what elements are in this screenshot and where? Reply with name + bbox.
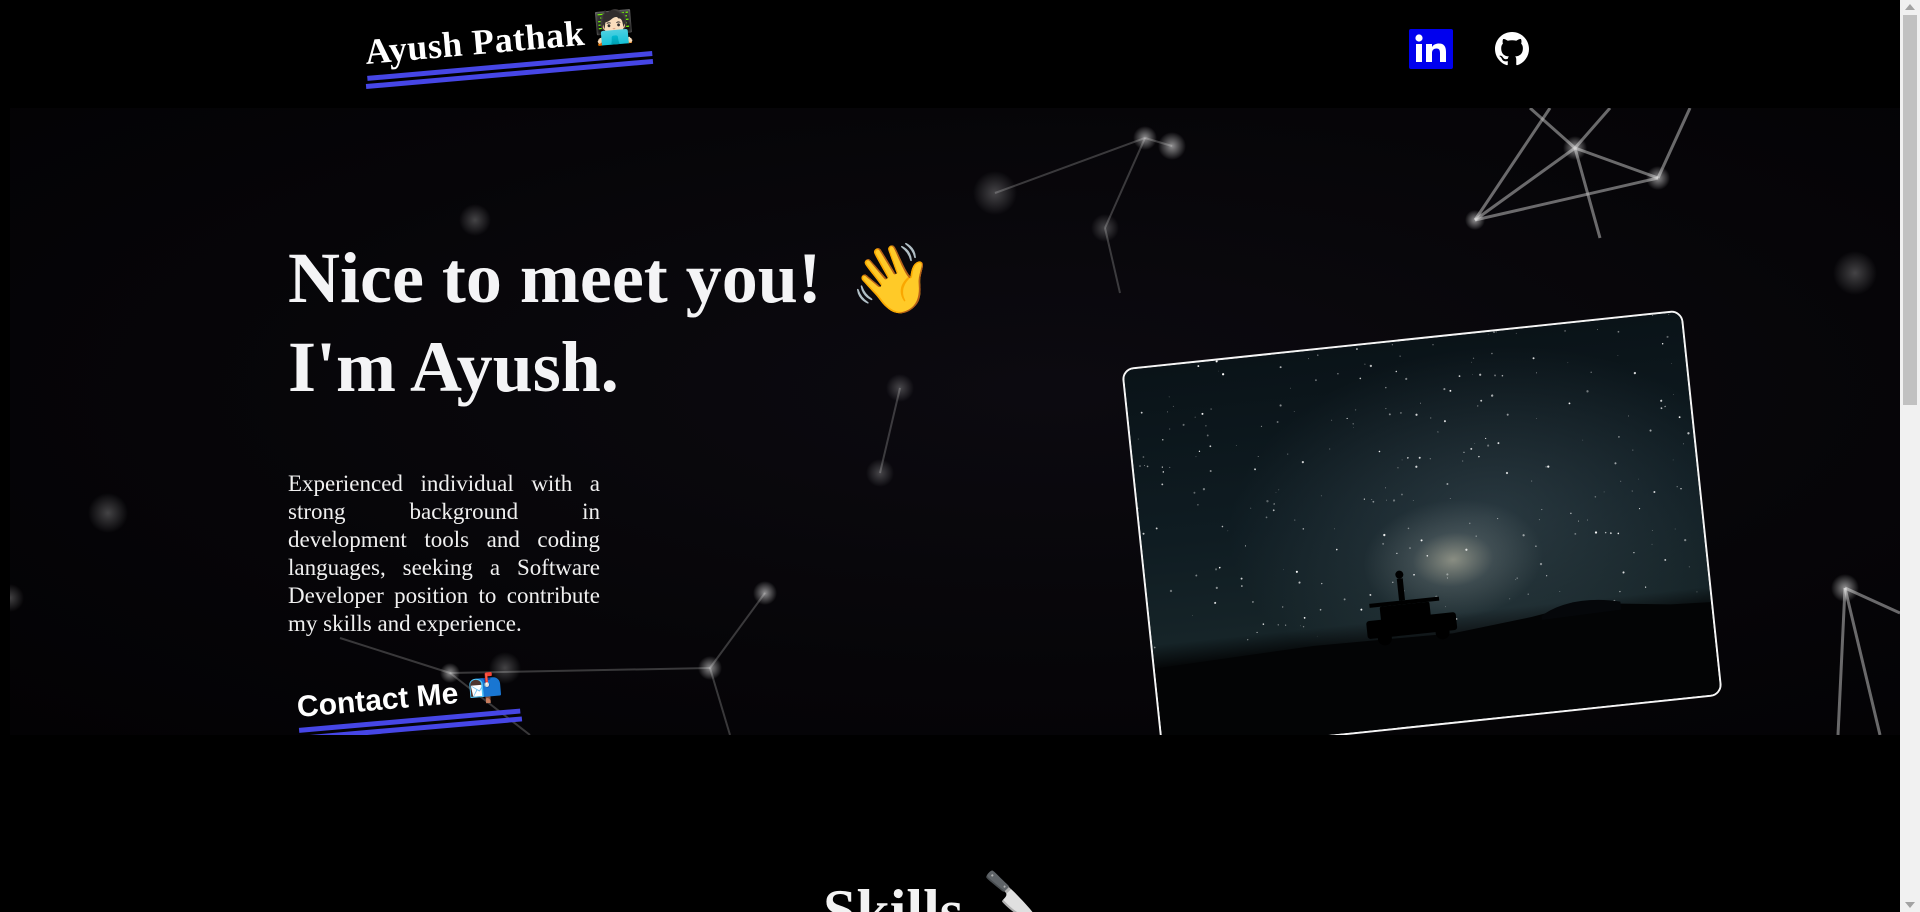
- knife-icon: 🔪: [983, 871, 1043, 912]
- github-icon: [1495, 32, 1529, 66]
- linkedin-link[interactable]: [1409, 29, 1453, 69]
- headline-greeting: Nice to meet you!: [288, 238, 822, 318]
- brand-logo-link[interactable]: Ayush Pathak 🧑🏻‍💻: [363, 7, 654, 90]
- site-header: Ayush Pathak 🧑🏻‍💻: [0, 0, 1900, 108]
- waving-hand-icon: 👋: [849, 241, 935, 317]
- linkedin-icon: [1415, 34, 1446, 62]
- github-link[interactable]: [1494, 31, 1530, 67]
- technologist-emoji-icon: 🧑🏻‍💻: [592, 7, 636, 47]
- headline-intro: I'm Ayush.: [288, 327, 619, 407]
- skills-heading: Skills 🔪: [823, 868, 1043, 912]
- scroll-up-arrow-icon[interactable]: [1905, 4, 1915, 10]
- portfolio-page: Ayush Pathak🧑🏻‍💻: [0, 0, 1920, 912]
- hero-photo: [1121, 309, 1723, 735]
- hero-section: Nice to meet you! 👋 I'm Ayush. Experience…: [10, 108, 1900, 735]
- hero-headline: Nice to meet you! 👋 I'm Ayush.: [288, 234, 1048, 411]
- mailbox-icon: 📬: [466, 672, 505, 706]
- vertical-scrollbar[interactable]: [1900, 0, 1920, 912]
- bio-paragraph: Experienced individual with a strong bac…: [288, 471, 600, 636]
- scroll-down-arrow-icon[interactable]: [1905, 902, 1915, 908]
- night-sky-illustration: [1137, 314, 1721, 735]
- skills-title: Skills: [823, 878, 964, 912]
- night-sky-image: [1123, 311, 1721, 735]
- scrollbar-thumb[interactable]: [1903, 15, 1917, 405]
